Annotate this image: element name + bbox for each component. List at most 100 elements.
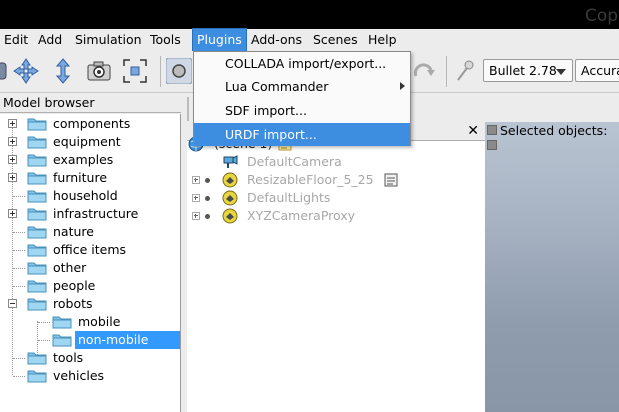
scene-object-label: XYZCameraProxy: [247, 208, 356, 223]
folder-icon: [52, 333, 72, 347]
menu-add[interactable]: Add: [34, 29, 66, 51]
tree-item[interactable]: other: [0, 259, 180, 277]
menu-item-label: SDF import...: [225, 103, 307, 118]
tree-item[interactable]: non-mobile: [0, 331, 180, 349]
tree-item[interactable]: furniture: [0, 169, 180, 187]
pin-icon[interactable]: [452, 58, 478, 84]
tree-item-label: components: [53, 116, 131, 131]
view-toggle-button[interactable]: [487, 125, 497, 135]
tree-item[interactable]: office items: [0, 241, 180, 259]
tree-item[interactable]: people: [0, 277, 180, 295]
tree-item[interactable]: household: [0, 187, 180, 205]
folder-icon: [27, 225, 47, 239]
select-icon[interactable]: [165, 57, 193, 85]
scene-object-row[interactable]: DefaultCamera: [187, 153, 485, 171]
menu-item-urdf-import[interactable]: URDF import...: [194, 123, 410, 146]
menu-simulation[interactable]: Simulation: [71, 29, 146, 51]
folder-icon: [27, 243, 47, 257]
redo-icon[interactable]: [411, 58, 437, 84]
menu-item-label: COLLADA import/export...: [225, 56, 387, 71]
tree-item[interactable]: robots: [0, 295, 180, 313]
connector-dot-icon: [205, 196, 210, 201]
collapse-icon[interactable]: [8, 299, 17, 308]
scene-object-row[interactable]: ResizableFloor_5_25: [187, 171, 485, 189]
folder-icon: [27, 261, 47, 275]
expand-icon[interactable]: [8, 209, 17, 218]
window-title: Cop: [585, 6, 619, 26]
folder-icon: [27, 117, 47, 131]
tree-item[interactable]: components: [0, 115, 180, 133]
scene-object-label: DefaultLights: [247, 190, 331, 205]
tree-item[interactable]: nature: [0, 223, 180, 241]
tree-guide-line: [13, 250, 25, 251]
expand-icon[interactable]: [192, 194, 200, 202]
tree-guide-line: [13, 286, 25, 287]
tree-item-label: infrastructure: [53, 206, 139, 221]
folder-icon: [27, 369, 47, 383]
menu-item-collada[interactable]: COLLADA import/export...: [194, 52, 410, 75]
folder-icon: [52, 315, 72, 329]
fit-view-icon[interactable]: [122, 58, 148, 84]
menu-addons[interactable]: Add-ons: [247, 29, 306, 51]
tree-item[interactable]: equipment: [0, 133, 180, 151]
camera-icon[interactable]: [86, 58, 112, 84]
physics-engine-value: Bullet 2.78: [489, 63, 557, 78]
scene-hierarchy-tree[interactable]: (scene 1) DefaultCameraResizableFloor_5_…: [187, 136, 485, 412]
tree-item[interactable]: tools: [0, 349, 180, 367]
expand-icon[interactable]: [8, 173, 17, 182]
expand-icon[interactable]: [192, 212, 200, 220]
connector-dot-icon: [205, 178, 210, 183]
tree-item-label: nature: [53, 224, 94, 239]
tree-guide-line: [13, 376, 25, 377]
tree-item-label: non-mobile: [78, 332, 149, 347]
model-browser-tree[interactable]: components equipment examples furniture hous…: [0, 114, 181, 412]
menu-item-sdf-import[interactable]: SDF import...: [194, 99, 410, 122]
shape-object-icon: [222, 208, 238, 224]
script-icon[interactable]: [383, 172, 399, 188]
scene-object-row[interactable]: XYZCameraProxy: [187, 207, 485, 225]
plugins-dropdown-menu: COLLADA import/export... Lua Commander S…: [193, 51, 411, 146]
tree-guide-line: [38, 322, 50, 323]
tree-item-label: vehicles: [53, 368, 105, 383]
folder-icon: [27, 207, 47, 221]
menu-edit[interactable]: Edit: [0, 29, 32, 51]
menu-tools[interactable]: Tools: [146, 29, 185, 51]
scene-object-row[interactable]: DefaultLights: [187, 189, 485, 207]
tree-guide-line: [38, 340, 50, 341]
menu-help[interactable]: Help: [364, 29, 401, 51]
accuracy-select[interactable]: Accura: [575, 59, 619, 82]
menu-plugins[interactable]: Plugins: [192, 28, 247, 52]
folder-icon: [27, 135, 47, 149]
tree-item-label: office items: [53, 242, 127, 257]
model-browser-panel: Model browser components equipment example…: [0, 93, 181, 412]
tree-item[interactable]: infrastructure: [0, 205, 180, 223]
move-icon[interactable]: [13, 58, 39, 84]
expand-icon[interactable]: [192, 176, 200, 184]
menu-item-lua-commander[interactable]: Lua Commander: [194, 75, 410, 98]
menu-item-label: URDF import...: [225, 127, 317, 142]
tree-item[interactable]: examples: [0, 151, 180, 169]
expand-icon[interactable]: [8, 137, 17, 146]
expand-icon[interactable]: [8, 119, 17, 128]
model-browser-title: Model browser: [0, 93, 181, 113]
tree-item[interactable]: mobile: [0, 313, 180, 331]
menu-scenes[interactable]: Scenes: [309, 29, 362, 51]
vertical-move-icon[interactable]: [50, 58, 76, 84]
physics-engine-select[interactable]: Bullet 2.78: [483, 59, 573, 82]
chevron-down-icon: [556, 69, 566, 75]
viewport-area[interactable]: Selected objects:: [485, 122, 619, 412]
menu-bar: Edit Add Simulation Tools Plugins Add-on…: [0, 28, 619, 52]
expand-icon[interactable]: [8, 155, 17, 164]
folder-icon: [27, 189, 47, 203]
folder-icon: [27, 279, 47, 293]
scene-object-label: DefaultCamera: [247, 154, 342, 169]
folder-icon: [27, 351, 47, 365]
partial-toolbar-icon[interactable]: [0, 58, 12, 84]
tree-item[interactable]: vehicles: [0, 367, 180, 385]
tree-item-label: mobile: [78, 314, 121, 329]
tree-guide-line: [13, 358, 25, 359]
scene-object-label: ResizableFloor_5_25: [247, 172, 374, 187]
view-toggle-button[interactable]: [487, 140, 497, 150]
selected-objects-label: Selected objects:: [500, 123, 608, 138]
submenu-arrow-icon: [400, 82, 405, 90]
